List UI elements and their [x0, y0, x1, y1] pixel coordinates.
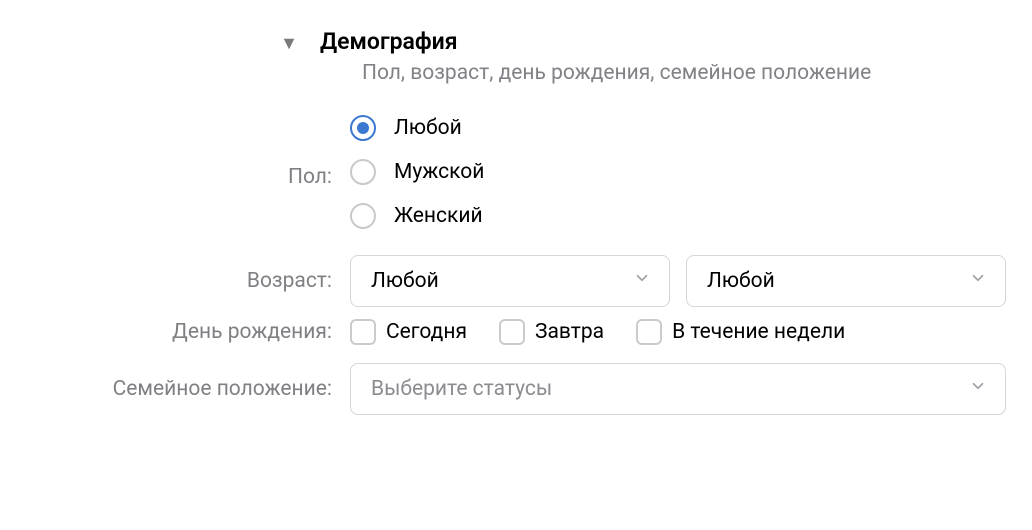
select-value: Любой	[371, 269, 439, 293]
birthday-field: Сегодня Завтра В течение недели	[350, 319, 1012, 345]
birthday-tomorrow[interactable]: Завтра	[499, 319, 604, 345]
checkbox-icon	[499, 319, 525, 345]
section-subtitle-wrap: Пол, возраст, день рождения, семейное по…	[62, 61, 1012, 85]
gender-label: Пол:	[20, 165, 350, 189]
birthday-week[interactable]: В течение недели	[636, 319, 845, 345]
radio-icon	[350, 159, 376, 185]
section-subtitle: Пол, возраст, день рождения, семейное по…	[362, 61, 871, 85]
age-from-select[interactable]: Любой	[350, 255, 670, 307]
marital-label: Семейное положение:	[20, 377, 350, 401]
chevron-down-icon	[969, 377, 987, 401]
radio-label: Любой	[394, 116, 462, 140]
row-birthday: День рождения: Сегодня Завтра В течение …	[20, 319, 1012, 345]
radio-label: Женский	[394, 204, 483, 228]
radio-icon	[350, 115, 376, 141]
gender-option-female[interactable]: Женский	[350, 203, 484, 229]
marital-select[interactable]: Выберите статусы	[350, 363, 1006, 415]
checkbox-label: Завтра	[535, 320, 604, 344]
gender-option-male[interactable]: Мужской	[350, 159, 484, 185]
chevron-down-icon	[633, 269, 651, 293]
birthday-label: День рождения:	[20, 320, 350, 344]
section-title: Демография	[320, 28, 458, 55]
chevron-down-icon	[969, 269, 987, 293]
checkbox-label: Сегодня	[386, 320, 467, 344]
birthday-today[interactable]: Сегодня	[350, 319, 467, 345]
select-placeholder: Выберите статусы	[371, 377, 552, 401]
checkbox-label: В течение недели	[672, 320, 845, 344]
row-gender: Пол: Любой Мужской Женский	[20, 111, 1012, 243]
row-marital: Семейное положение: Выберите статусы	[20, 363, 1012, 415]
section-header: ▼ Демография	[20, 28, 1012, 55]
radio-icon	[350, 203, 376, 229]
age-select-pair: Любой Любой	[350, 255, 1006, 307]
checkbox-icon	[636, 319, 662, 345]
select-value: Любой	[707, 269, 775, 293]
row-age: Возраст: Любой Любой	[20, 255, 1012, 307]
gender-field: Любой Мужской Женский	[350, 111, 1012, 243]
age-field: Любой Любой	[350, 255, 1012, 307]
gender-radio-group: Любой Мужской Женский	[350, 111, 484, 243]
age-to-select[interactable]: Любой	[686, 255, 1006, 307]
gender-option-any[interactable]: Любой	[350, 115, 484, 141]
collapse-triangle-icon[interactable]: ▼	[280, 35, 298, 53]
age-label: Возраст:	[20, 269, 350, 293]
checkbox-icon	[350, 319, 376, 345]
radio-label: Мужской	[394, 160, 484, 184]
marital-field: Выберите статусы	[350, 363, 1012, 415]
